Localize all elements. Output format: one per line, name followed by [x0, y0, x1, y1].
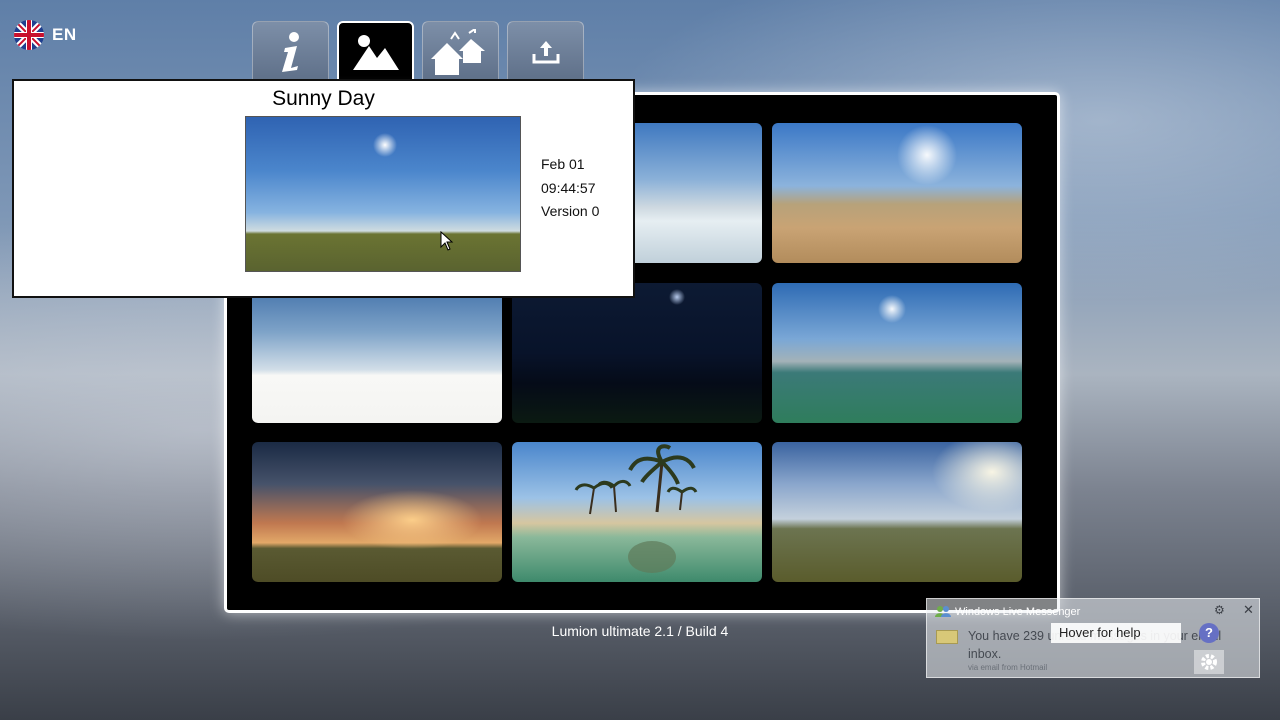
envelope-icon: [936, 630, 958, 644]
settings-gear-icon[interactable]: [1194, 650, 1224, 674]
popup-preview-image: [245, 116, 521, 272]
thumbnail-night-sky[interactable]: [512, 283, 762, 423]
library-tabs: [252, 21, 584, 83]
thumbnail-white-plain[interactable]: [252, 283, 502, 423]
popup-version: Version 0: [541, 203, 600, 219]
popup-time: 09:44:57: [541, 179, 596, 196]
info-icon: [281, 32, 299, 72]
thumbnail-lake-landscape[interactable]: [772, 283, 1022, 423]
tab-info[interactable]: [252, 21, 329, 83]
popup-date: Feb 01: [541, 156, 585, 172]
help-icon[interactable]: ?: [1199, 623, 1219, 643]
uk-flag-icon: [14, 20, 44, 50]
landscape-icon: [352, 35, 399, 70]
thumbnail-sunset-landscape[interactable]: [252, 442, 502, 582]
messenger-options-icon[interactable]: ⚙: [1214, 603, 1225, 617]
thumbnail-tropical-beach[interactable]: [512, 442, 762, 582]
tab-upload[interactable]: [507, 21, 584, 83]
sky-preview-popup: Sunny Day Feb 01 09:44:57 Version 0: [12, 79, 635, 298]
messenger-title: Windows Live Messenger: [955, 606, 1081, 618]
mouse-cursor-icon: [440, 231, 454, 251]
gear-icon: [1201, 654, 1217, 670]
language-code: EN: [52, 25, 77, 44]
popup-metadata: Feb 01 09:44:57 Version 0: [541, 153, 599, 224]
popup-title: Sunny Day: [272, 87, 375, 110]
messenger-buddy-icon: [935, 606, 951, 617]
messenger-close-icon[interactable]: ✕: [1243, 602, 1254, 618]
upload-icon: [532, 41, 559, 64]
palm-trees-image: [574, 444, 698, 573]
tab-sky[interactable]: [337, 21, 414, 83]
thumbnail-desert-landscape[interactable]: [772, 123, 1022, 263]
version-text: Lumion ultimate 2.1 / Build 4: [551, 623, 729, 639]
thumbnail-cloudy-plain[interactable]: [772, 442, 1022, 582]
language-selector[interactable]: EN: [14, 20, 77, 50]
messenger-source: via email from Hotmail: [968, 663, 1048, 672]
help-tooltip: Hover for help: [1051, 623, 1181, 643]
tab-houses[interactable]: [422, 21, 499, 83]
messenger-notification[interactable]: Windows Live Messenger ⚙ ✕ You have 239 …: [926, 598, 1260, 678]
houses-icon: [430, 29, 485, 75]
